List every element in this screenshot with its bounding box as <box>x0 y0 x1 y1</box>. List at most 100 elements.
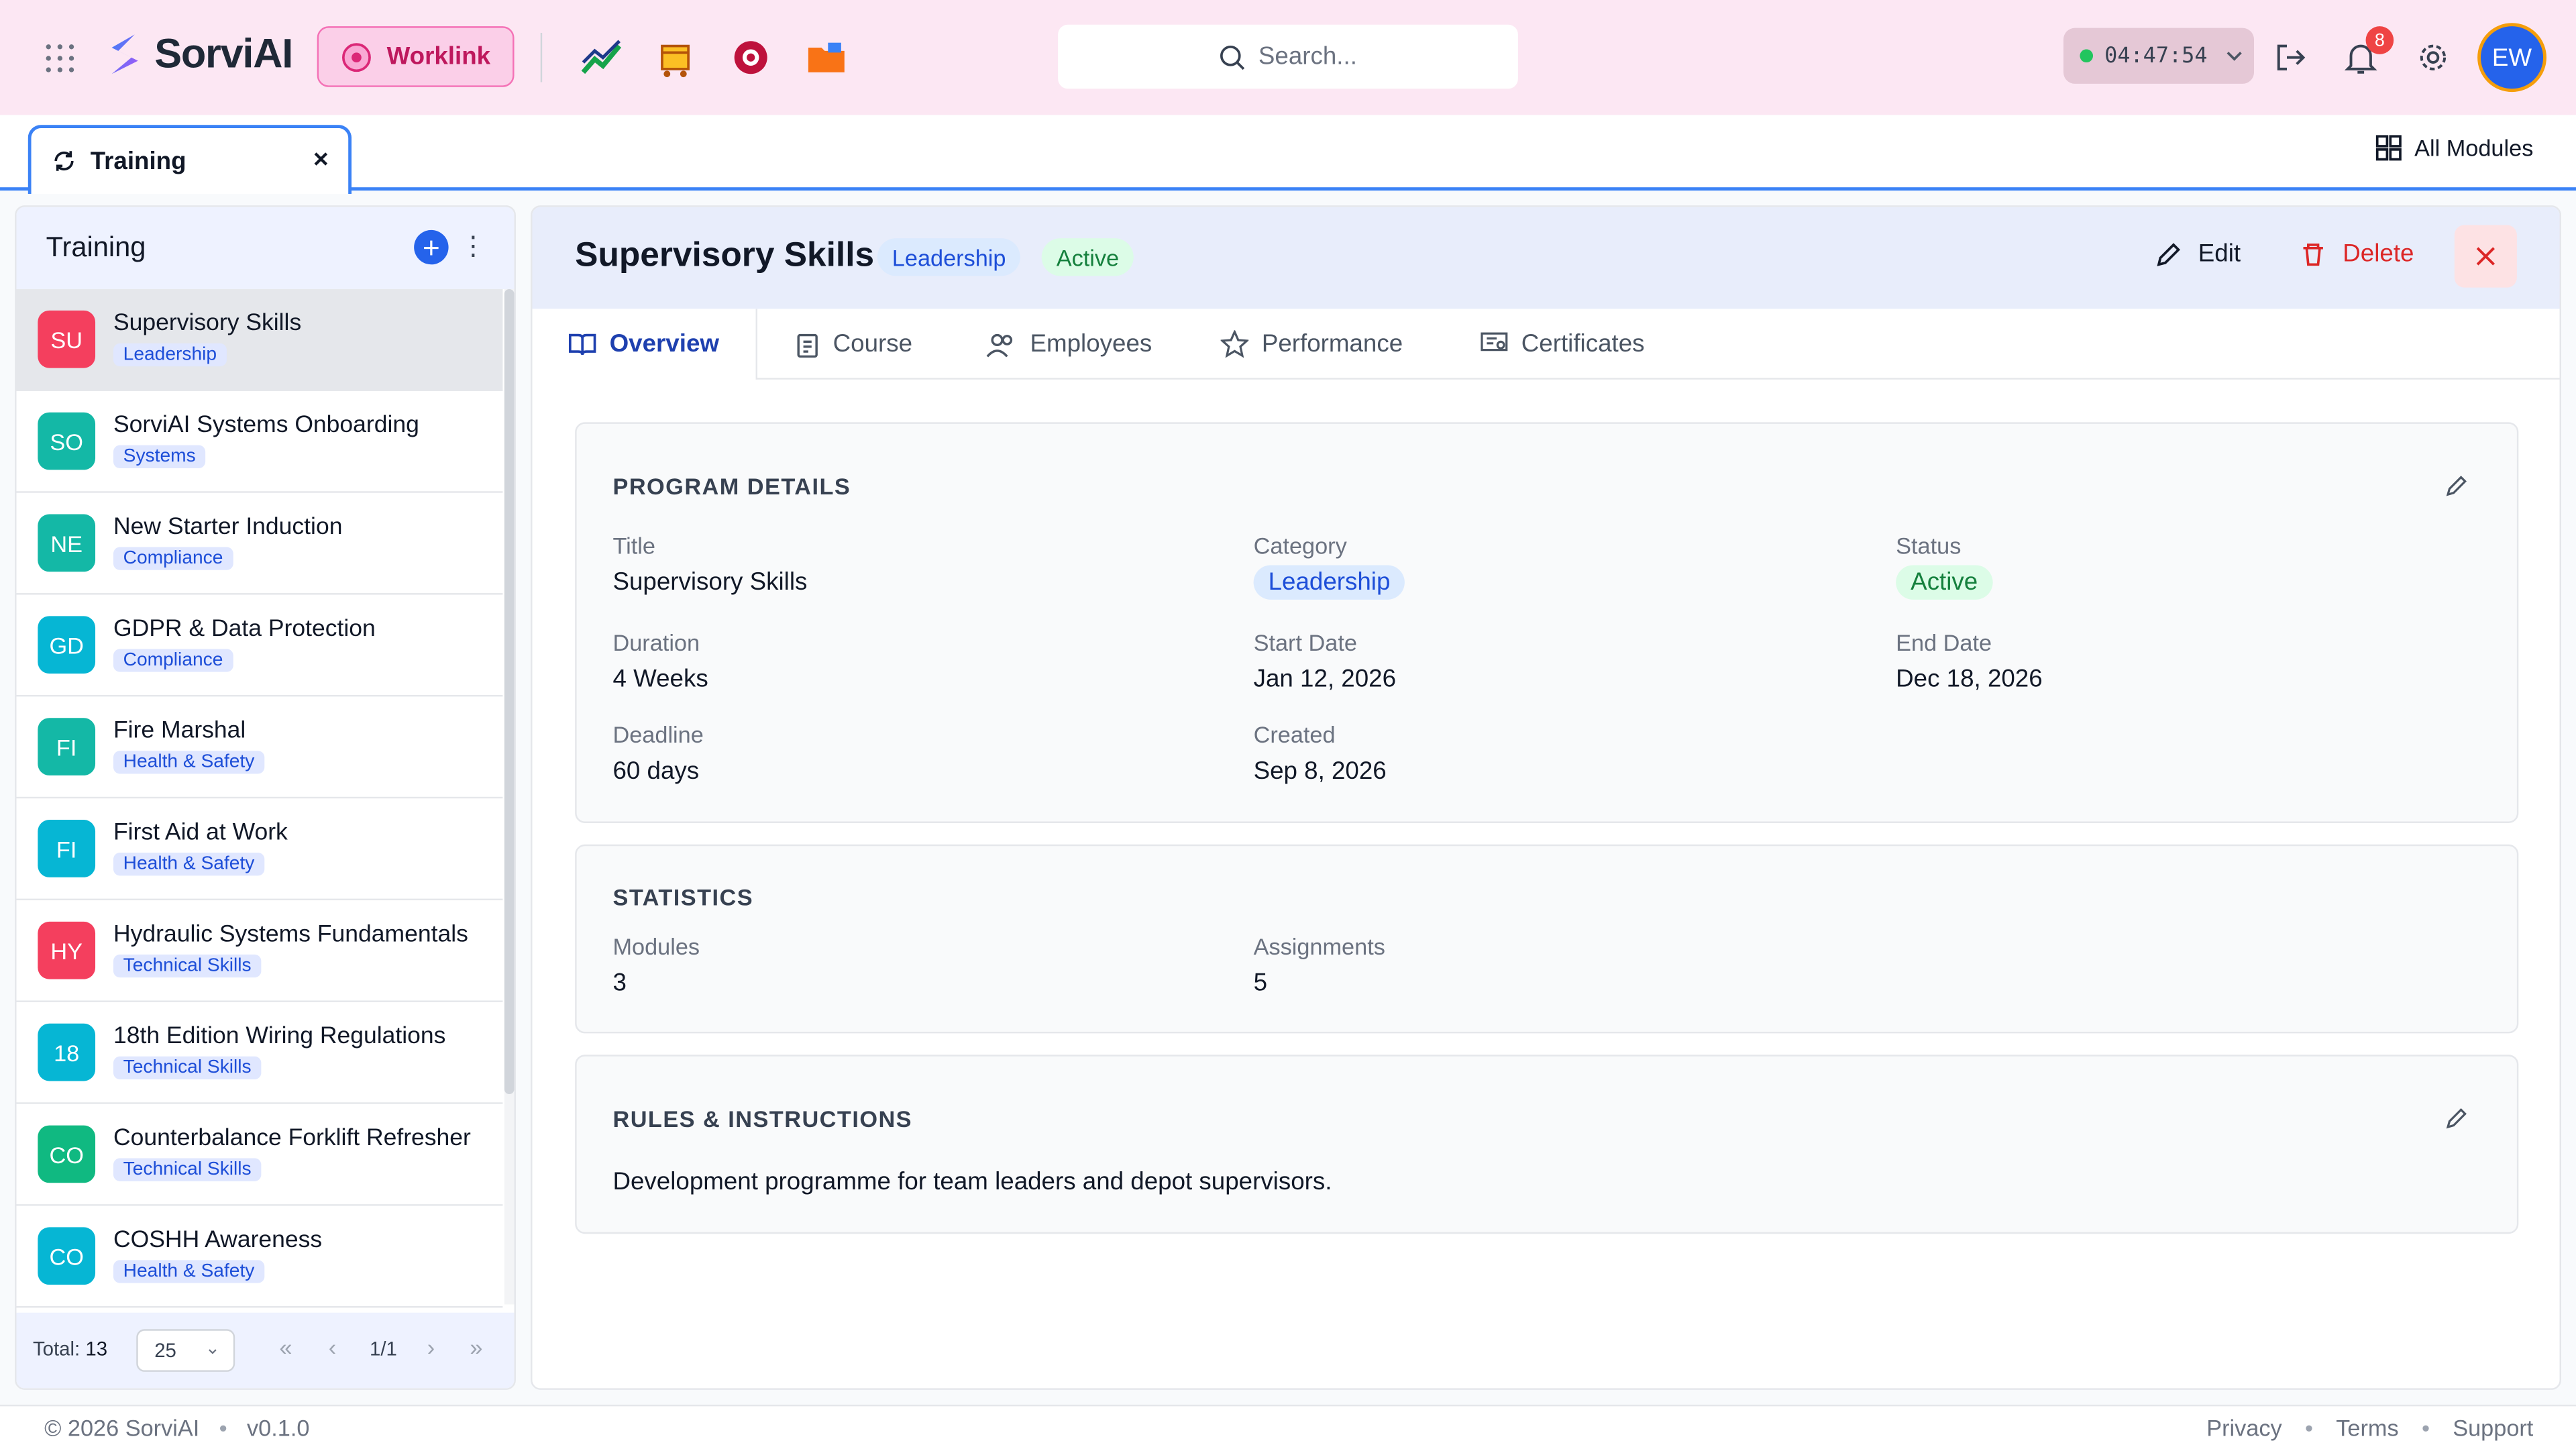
copyright: © 2026 SorviAI <box>44 1414 200 1441</box>
privacy-link[interactable]: Privacy <box>2206 1415 2282 1441</box>
trash-icon <box>2303 242 2323 265</box>
tab-training[interactable]: Training × <box>28 125 352 194</box>
time-tracker[interactable]: 04:47:54 <box>2063 28 2255 84</box>
separator: • <box>219 1414 227 1441</box>
list-item[interactable]: NE New Starter Induction Compliance <box>16 493 503 595</box>
item-title: Counterbalance Forklift Refresher <box>113 1125 471 1152</box>
more-options-icon[interactable]: ⋮ <box>460 230 486 263</box>
edit-button[interactable]: Edit <box>2155 240 2241 268</box>
field-label: Status <box>1896 532 1962 559</box>
search-placeholder: Search... <box>1258 42 1357 71</box>
version: v0.1.0 <box>247 1414 310 1441</box>
item-tag: Technical Skills <box>113 954 262 978</box>
tab-certificates[interactable]: Certificates <box>1481 309 1645 379</box>
item-title: Hydraulic Systems Fundamentals <box>113 921 468 949</box>
item-avatar: FI <box>38 718 96 775</box>
list-item[interactable]: HY Hydraulic Systems Fundamentals Technic… <box>16 900 503 1002</box>
field-end-date: End Date Dec 18, 2026 <box>1896 629 2043 694</box>
training-list: SU Supervisory Skills Leadership SO Sorvi… <box>16 289 503 1308</box>
item-title: 18th Edition Wiring Regulations <box>113 1023 446 1050</box>
analytics-app-icon[interactable] <box>580 36 623 79</box>
list-item[interactable]: GD GDPR & Data Protection Compliance <box>16 595 503 697</box>
scrollbar-thumb[interactable] <box>504 289 515 1095</box>
close-icon <box>2476 247 2495 266</box>
terms-link[interactable]: Terms <box>2336 1415 2398 1441</box>
separator: • <box>2421 1414 2430 1441</box>
tab-label: Overview <box>609 330 719 358</box>
program-details-card: PROGRAM DETAILS Title Supervisory Skills … <box>575 422 2519 823</box>
item-title: COSHH Awareness <box>113 1227 323 1254</box>
edit-label: Edit <box>2198 239 2241 268</box>
all-modules-button[interactable]: All Modules <box>2375 135 2533 161</box>
separator: • <box>2304 1414 2314 1441</box>
last-page-icon[interactable]: » <box>470 1334 482 1360</box>
pencil-icon <box>2157 242 2180 266</box>
item-tag: Leadership <box>113 343 227 367</box>
page-footer: © 2026 SorviAI • v0.1.0 Privacy • Terms … <box>0 1404 2576 1449</box>
app-launcher-icon[interactable] <box>46 44 76 74</box>
tab-label: Course <box>833 330 913 358</box>
page-size-select[interactable]: 25 ⌄ <box>136 1329 235 1372</box>
field-label: End Date <box>1896 629 1992 656</box>
field-value: Active <box>1896 565 1993 600</box>
field-deadline: Deadline 60 days <box>612 721 703 786</box>
folder-app-icon[interactable] <box>805 36 848 79</box>
close-tab-icon[interactable]: × <box>313 146 329 176</box>
tab-overview[interactable]: Overview <box>532 309 757 382</box>
list-item[interactable]: FI First Aid at Work Health & Safety <box>16 798 503 901</box>
first-page-icon[interactable]: « <box>279 1334 292 1360</box>
field-status: Status Active <box>1896 532 1993 600</box>
item-avatar: FI <box>38 820 96 877</box>
statistics-card: STATISTICS Modules 3 Assignments 5 <box>575 844 2519 1034</box>
inventory-app-icon[interactable] <box>654 36 697 79</box>
certificate-icon <box>1481 332 1508 352</box>
pencil-icon[interactable] <box>2445 473 2469 498</box>
add-training-button[interactable]: + <box>414 229 449 265</box>
prev-page-icon[interactable]: ‹ <box>329 1334 336 1360</box>
field-label: Assignments <box>1253 933 1385 960</box>
pencil-icon[interactable] <box>2445 1106 2469 1130</box>
tab-employees[interactable]: Employees <box>985 309 1152 379</box>
item-tag: Technical Skills <box>113 1158 262 1181</box>
list-item[interactable]: FI Fire Marshal Health & Safety <box>16 696 503 799</box>
section-heading: RULES & INSTRUCTIONS <box>612 1106 913 1132</box>
field-start-date: Start Date Jan 12, 2026 <box>1254 629 1396 694</box>
support-link[interactable]: Support <box>2453 1415 2533 1441</box>
status-dot <box>2080 49 2094 63</box>
notification-badge: 8 <box>2365 26 2394 54</box>
user-avatar[interactable]: EW <box>2477 23 2546 93</box>
detail-header: Supervisory Skills Leadership Active Edi… <box>532 207 2560 309</box>
list-scrollbar[interactable] <box>504 289 515 1305</box>
list-item[interactable]: SO SorviAI Systems Onboarding Systems <box>16 391 503 493</box>
training-detail-panel: Supervisory Skills Leadership Active Edi… <box>531 205 2561 1390</box>
delete-button[interactable]: Delete <box>2300 240 2414 268</box>
grid-icon <box>2375 135 2401 161</box>
list-item[interactable]: CO COSHH Awareness Health & Safety <box>16 1206 503 1308</box>
rules-text: Development programme for team leaders a… <box>612 1168 1332 1196</box>
header-divider <box>540 32 543 83</box>
search-input[interactable]: Search... <box>1058 24 1518 89</box>
logout-icon[interactable] <box>2272 40 2308 76</box>
section-heading: PROGRAM DETAILS <box>612 473 851 500</box>
field-title: Title Supervisory Skills <box>612 532 807 596</box>
total-count: Total: 13 <box>33 1337 107 1360</box>
logo[interactable]: SorviAI <box>99 28 293 80</box>
tab-performance[interactable]: Performance <box>1220 309 1403 379</box>
module-tab-strip: Training × All Modules <box>0 115 2576 194</box>
list-item[interactable]: CO Counterbalance Forklift Refresher Tech… <box>16 1104 503 1206</box>
item-tag: Compliance <box>113 547 233 570</box>
close-detail-button[interactable] <box>2454 225 2517 288</box>
next-page-icon[interactable]: › <box>427 1334 435 1360</box>
settings-app-icon[interactable] <box>729 36 772 79</box>
worklink-button[interactable]: Worklink <box>317 26 515 87</box>
all-modules-label: All Modules <box>2414 134 2534 162</box>
field-created: Created Sep 8, 2026 <box>1254 721 1387 786</box>
tab-course[interactable]: Course <box>795 309 912 379</box>
field-value: Leadership <box>1253 565 1405 600</box>
users-icon <box>986 333 1013 357</box>
gear-icon[interactable] <box>2415 40 2451 76</box>
list-title: Training <box>46 231 146 263</box>
list-item[interactable]: SU Supervisory Skills Leadership <box>16 289 503 391</box>
star-icon <box>1220 330 1249 358</box>
list-item[interactable]: 18 18th Edition Wiring Regulations Techni… <box>16 1002 503 1104</box>
